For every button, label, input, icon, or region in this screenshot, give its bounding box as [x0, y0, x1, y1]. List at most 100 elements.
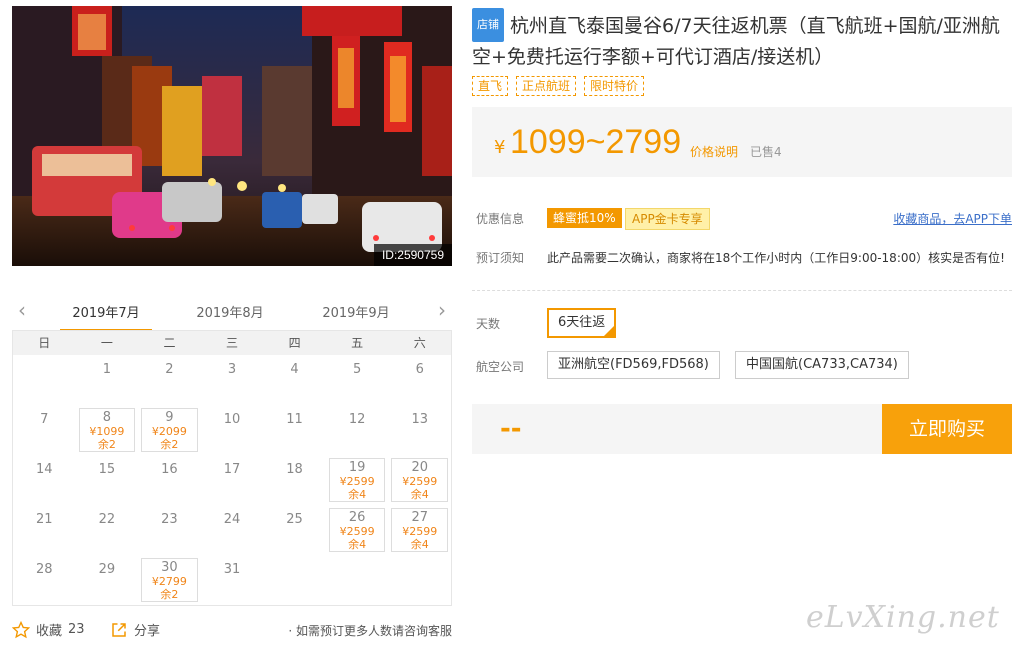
favorite-button[interactable]: 收藏 23	[12, 620, 85, 639]
day-price: ¥2599	[339, 475, 375, 488]
available-date-box[interactable]: 20 ¥2599 余4	[391, 458, 448, 502]
day-number: 16	[161, 462, 178, 477]
calendar-day-cell: 24	[201, 505, 264, 555]
calendar-day-cell[interactable]: 27 ¥2599 余4	[388, 505, 451, 555]
calendar-day-cell: 29	[76, 555, 139, 605]
promo-honey-discount: 蜂蜜抵10%	[547, 208, 622, 228]
calendar-day-cell[interactable]: 26 ¥2599 余4	[326, 505, 389, 555]
day-price: ¥1099	[89, 425, 125, 438]
purchase-bar: -- 立即购买	[472, 404, 1012, 454]
tab-month-september[interactable]: 2019年9月	[310, 302, 402, 329]
day-number: 26	[348, 510, 366, 525]
day-number: 17	[223, 462, 241, 477]
bangkok-street-image	[12, 6, 452, 266]
available-date-box[interactable]: 26 ¥2599 余4	[328, 508, 386, 552]
day-number: 14	[36, 462, 53, 477]
weekday-tue: 二	[163, 336, 176, 350]
day-number: 21	[36, 512, 53, 527]
calendar-day-cell[interactable]: 19 ¥2599 余4	[326, 455, 389, 505]
calendar-day-cell: 6	[388, 355, 451, 405]
day-price: ¥2599	[339, 525, 375, 538]
day-number: 8	[102, 410, 111, 425]
day-number: 2	[165, 362, 174, 377]
calendar-day-cell	[13, 355, 76, 405]
promo-app-gold-card: APP金卡专享	[625, 208, 710, 230]
day-stock: 余4	[410, 538, 429, 551]
available-date-box[interactable]: 8 ¥1099 余2	[78, 408, 136, 452]
day-number: 18	[286, 462, 303, 477]
calendar-day-cell: 12	[326, 405, 389, 455]
collect-app-link[interactable]: 收藏商品，去APP下单	[893, 210, 1012, 227]
promo-label: 优惠信息	[476, 212, 525, 226]
price-panel: ¥ 1099~2799 价格说明 已售4	[472, 107, 1012, 177]
day-price: ¥2599	[402, 475, 438, 488]
watermark: eLvXing.net	[806, 600, 1000, 635]
day-stock: 余4	[348, 488, 367, 501]
calendar-month-tabs: ‹ 2019年7月 2019年8月 2019年9月 ›	[12, 296, 452, 331]
calendar-day-cell: 11	[263, 405, 326, 455]
calendar-day-cell: 5	[326, 355, 389, 405]
calendar-day-cell[interactable]: 30 ¥2799 余2	[138, 555, 201, 605]
photo-id-label: ID:2590759	[373, 244, 452, 266]
calendar-day-cell[interactable]: 8 ¥1099 余2	[76, 405, 139, 455]
day-number: 23	[161, 512, 178, 527]
contact-service-note: · 如需预订更多人数请咨询客服	[288, 624, 452, 638]
section-divider	[472, 290, 1012, 291]
notice-text: 此产品需要二次确认，商家将在18个工作小时内（工作日9:00-18:00）核实是…	[547, 251, 1005, 265]
share-button[interactable]: 分享	[110, 620, 160, 639]
calendar-day-cell: 18	[263, 455, 326, 505]
day-number: 1	[102, 362, 111, 377]
day-number: 29	[98, 562, 116, 577]
favorite-count: 23	[68, 622, 85, 637]
buy-now-button[interactable]: 立即购买	[882, 404, 1012, 454]
days-option-6[interactable]: 6天往返	[547, 308, 617, 338]
tab-month-august[interactable]: 2019年8月	[184, 302, 276, 329]
calendar-days-grid: 1 2 3 4 5 6 7 8 ¥1099 余2 9 ¥2099 余2 10 11 12 13 14 15 16 17 1…	[13, 355, 451, 605]
calendar-day-cell: 17	[201, 455, 264, 505]
calendar-day-cell: 21	[13, 505, 76, 555]
sold-count: 已售4	[750, 145, 782, 159]
tag-limited-offer: 限时特价	[584, 76, 645, 96]
day-number: 30	[161, 560, 178, 575]
calendar-day-cell: 22	[76, 505, 139, 555]
day-number: 12	[348, 412, 366, 427]
available-date-box[interactable]: 27 ¥2599 余4	[391, 508, 448, 552]
day-number: 31	[223, 562, 241, 577]
day-stock: 余2	[97, 438, 116, 451]
day-number: 22	[98, 512, 116, 527]
shop-badge[interactable]: 店铺	[472, 8, 504, 42]
weekday-thu: 四	[288, 336, 301, 350]
airline-option-airasia[interactable]: 亚洲航空(FD569,FD568)	[547, 351, 720, 379]
page-title: 店铺 杭州直飞泰国曼谷6/7天往返机票（直飞航班+国航/亚洲航空+免费托运行李额+…	[472, 8, 1012, 72]
available-date-box[interactable]: 30 ¥2799 余2	[141, 558, 198, 602]
tag-on-time: 正点航班	[516, 76, 577, 96]
day-number: 9	[165, 410, 174, 425]
bottom-actions: 收藏 23 分享 · 如需预订更多人数请咨询客服	[12, 618, 452, 642]
calendar-day-cell: 31	[201, 555, 264, 605]
tag-direct-flight: 直飞	[472, 76, 509, 96]
available-date-box[interactable]: 19 ¥2599 余4	[328, 458, 386, 502]
day-stock: 余2	[160, 438, 179, 451]
departure-calendar: 日 一 二 三 四 五 六 1 2 3 4 5 6 7 8 ¥1099 余2 9 ¥2099 余2 10 1…	[12, 330, 452, 606]
price-currency: ¥	[494, 137, 506, 158]
weekday-sun: 日	[38, 336, 51, 350]
product-tags: 直飞 正点航班 限时特价	[472, 76, 645, 96]
day-number: 20	[411, 460, 428, 475]
weekday-fri: 五	[351, 336, 364, 350]
day-price: ¥2599	[402, 525, 438, 538]
total-price-placeholder: --	[500, 414, 522, 444]
day-number: 5	[352, 362, 362, 377]
price-explain-link[interactable]: 价格说明	[690, 143, 738, 160]
available-date-box[interactable]: 9 ¥2099 余2	[141, 408, 198, 452]
calendar-day-cell[interactable]: 9 ¥2099 余2	[138, 405, 201, 455]
prev-month-arrow-icon[interactable]: ‹	[18, 300, 26, 320]
tab-month-july[interactable]: 2019年7月	[60, 302, 152, 331]
day-number: 13	[411, 412, 428, 427]
day-stock: 余4	[348, 538, 367, 551]
next-month-arrow-icon[interactable]: ›	[438, 300, 446, 320]
calendar-day-cell: 2	[138, 355, 201, 405]
product-title-text: 杭州直飞泰国曼谷6/7天往返机票（直飞航班+国航/亚洲航空+免费托运行李额+可代…	[472, 15, 1000, 68]
calendar-day-cell[interactable]: 20 ¥2599 余4	[388, 455, 451, 505]
day-number: 15	[98, 462, 116, 477]
airline-option-air-china[interactable]: 中国国航(CA733,CA734)	[735, 351, 909, 379]
